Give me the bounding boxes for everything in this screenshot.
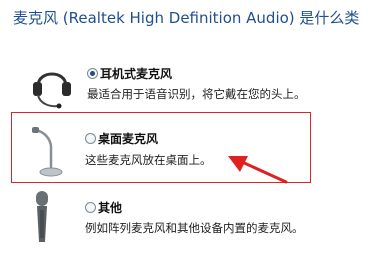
radio-other[interactable]: [85, 202, 96, 213]
microphone-type-question: 麦克风 (Realtek High Definition Audio) 是什么类: [13, 9, 360, 27]
option-title: 其他: [98, 201, 123, 215]
annotation-arrow-icon: [228, 156, 288, 184]
option-headset[interactable]: 耳机式麦克风 最适合用于语音识别，将它戴在您的头上。: [0, 56, 368, 116]
handheld-microphone-icon: [36, 191, 48, 242]
option-description: 最适合用于语音识别，将它戴在您的头上。: [87, 87, 306, 101]
option-title: 耳机式麦克风: [100, 67, 173, 81]
option-description: 例如阵列麦克风和其他设备内置的麦克风。: [85, 221, 304, 235]
headset-icon: [33, 72, 71, 109]
radio-headset[interactable]: [87, 68, 98, 79]
option-other[interactable]: 其他 例如阵列麦克风和其他设备内置的麦克风。: [0, 190, 368, 250]
